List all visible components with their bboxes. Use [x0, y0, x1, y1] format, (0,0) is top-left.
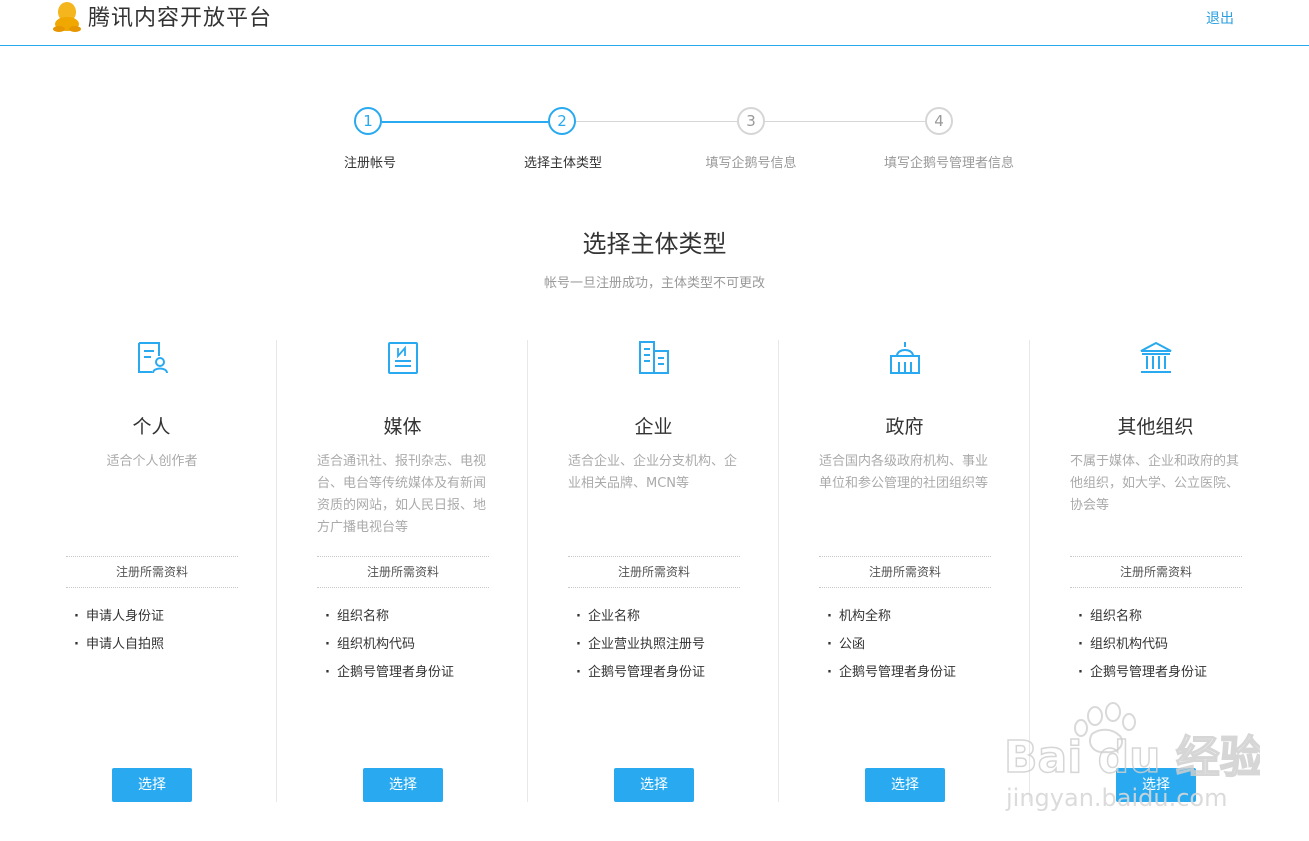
step-1-label: 注册帐号	[343, 156, 396, 171]
requirements-list: 组织名称 组织机构代码 企鹅号管理者身份证	[1078, 606, 1207, 690]
list-item: 申请人身份证	[74, 606, 164, 634]
step-connector-2	[576, 121, 737, 122]
select-personal-button[interactable]: 选择	[112, 768, 192, 802]
card-description: 不属于媒体、企业和政府的其他组织，如大学、公立医院、协会等	[1070, 454, 1240, 513]
card-description: 适合企业、企业分支机构、企业相关品牌、MCN等	[568, 454, 738, 491]
card-title: 企业	[634, 416, 673, 438]
card-media: 媒体 适合通讯社、报刊杂志、电视台、电台等传统媒体及有新闻资质的网站，如人民日报…	[277, 340, 528, 802]
card-title: 政府	[885, 416, 924, 438]
step-4-label: 填写企鹅号管理者信息	[883, 156, 1014, 171]
list-item: 组织机构代码	[1078, 634, 1207, 662]
list-item: 组织名称	[1078, 606, 1207, 634]
page-subtitle: 帐号一旦注册成功，主体类型不可更改	[543, 276, 765, 291]
government-building-icon	[890, 342, 920, 374]
card-description: 适合通讯社、报刊杂志、电视台、电台等传统媒体及有新闻资质的网站，如人民日报、地方…	[317, 454, 487, 535]
step-connector-3	[765, 121, 925, 122]
progress-steps: 1 2 3 4 注册帐号 选择主体类型 填写企鹅号信息 填写企鹅号管理者信息	[0, 0, 1309, 190]
step-3-label: 填写企鹅号信息	[705, 156, 797, 171]
requirements-heading: 注册所需资料	[317, 556, 489, 588]
requirements-list: 申请人身份证 申请人自拍照	[74, 606, 164, 662]
list-item: 企鹅号管理者身份证	[576, 662, 705, 690]
select-enterprise-button[interactable]: 选择	[614, 768, 694, 802]
card-description: 适合国内各级政府机构、事业单位和参公管理的社团组织等	[819, 454, 989, 491]
page-title: 选择主体类型	[582, 230, 727, 258]
step-3-circle: 3	[737, 107, 765, 135]
list-item: 组织机构代码	[325, 634, 454, 662]
requirements-heading: 注册所需资料	[1070, 556, 1242, 588]
step-2-circle: 2	[548, 107, 576, 135]
requirements-heading: 注册所需资料	[819, 556, 991, 588]
card-title: 其他组织	[1117, 416, 1194, 438]
requirements-heading: 注册所需资料	[568, 556, 740, 588]
select-government-button[interactable]: 选择	[865, 768, 945, 802]
requirements-list: 企业名称 企业营业执照注册号 企鹅号管理者身份证	[576, 606, 705, 690]
select-other-organization-button[interactable]: 选择	[1116, 768, 1196, 802]
person-document-icon	[138, 342, 168, 374]
card-title: 个人	[132, 416, 171, 438]
list-item: 企鹅号管理者身份证	[1078, 662, 1207, 690]
list-item: 公函	[827, 634, 956, 662]
select-media-button[interactable]: 选择	[363, 768, 443, 802]
requirements-list: 机构全称 公函 企鹅号管理者身份证	[827, 606, 956, 690]
card-personal: 个人 适合个人创作者 注册所需资料 申请人身份证 申请人自拍照 选择	[26, 340, 277, 802]
card-enterprise: 企业 适合企业、企业分支机构、企业相关品牌、MCN等 注册所需资料 企业名称 企…	[528, 340, 779, 802]
list-item: 企鹅号管理者身份证	[325, 662, 454, 690]
newspaper-icon	[388, 342, 418, 374]
step-connector-1	[382, 121, 548, 123]
requirements-heading: 注册所需资料	[66, 556, 238, 588]
step-1-circle: 1	[354, 107, 382, 135]
step-4-circle: 4	[925, 107, 953, 135]
list-item: 申请人自拍照	[74, 634, 164, 662]
list-item: 企鹅号管理者身份证	[827, 662, 956, 690]
list-item: 机构全称	[827, 606, 956, 634]
list-item: 企业营业执照注册号	[576, 634, 705, 662]
card-government: 政府 适合国内各级政府机构、事业单位和参公管理的社团组织等 注册所需资料 机构全…	[779, 340, 1030, 802]
list-item: 企业名称	[576, 606, 705, 634]
institution-icon	[1140, 341, 1172, 373]
card-other-organization: 其他组织 不属于媒体、企业和政府的其他组织，如大学、公立医院、协会等 注册所需资…	[1030, 340, 1281, 802]
list-item: 组织名称	[325, 606, 454, 634]
entity-type-cards: 个人 适合个人创作者 注册所需资料 申请人身份证 申请人自拍照 选择 媒体 适合…	[26, 340, 1282, 802]
step-2-label: 选择主体类型	[523, 156, 602, 171]
card-description: 适合个人创作者	[106, 454, 198, 469]
office-building-icon	[639, 341, 669, 374]
requirements-list: 组织名称 组织机构代码 企鹅号管理者身份证	[325, 606, 454, 690]
card-title: 媒体	[383, 416, 422, 438]
